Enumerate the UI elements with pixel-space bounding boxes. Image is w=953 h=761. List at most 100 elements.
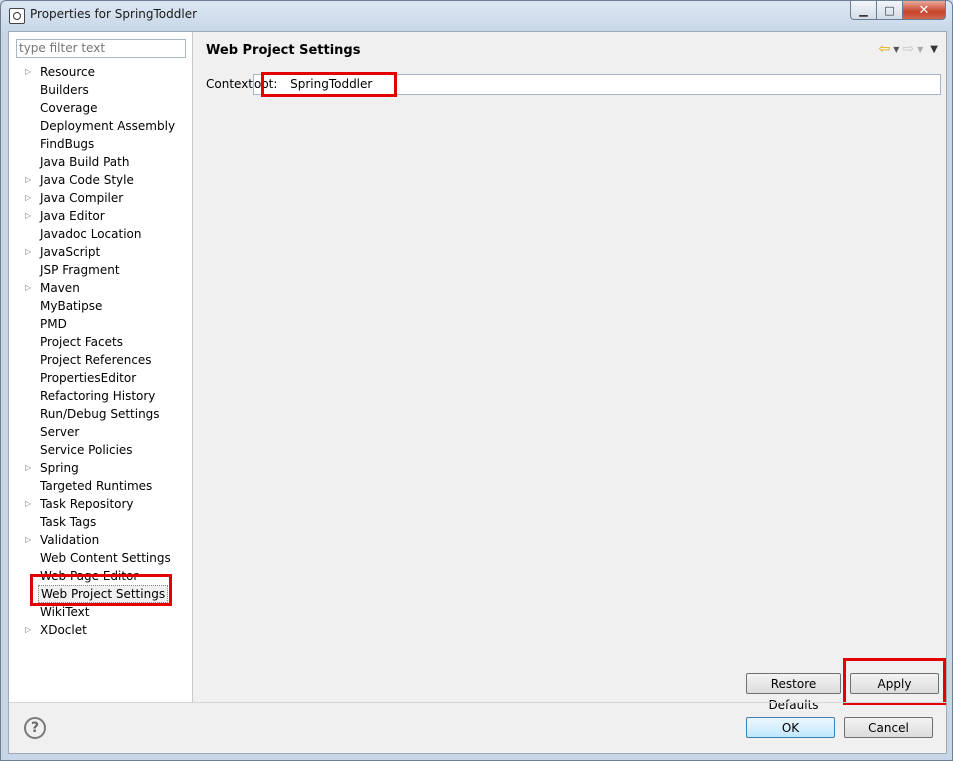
tree-item[interactable]: Web Content Settings <box>9 549 192 567</box>
tree-item-label: MyBatipse <box>40 299 103 313</box>
tree-item-label: Project Facets <box>40 335 123 349</box>
tree-item-label: Task Repository <box>40 497 134 511</box>
tree-item[interactable]: Javadoc Location <box>9 225 192 243</box>
tree-item[interactable]: ▷ Validation <box>9 531 192 549</box>
tree-item-label: Maven <box>40 281 80 295</box>
tree-item-label: Project References <box>40 353 152 367</box>
forward-dropdown-icon: ▼ <box>917 44 924 54</box>
tree-item[interactable]: Web Project Settings <box>9 585 192 603</box>
tree-item[interactable]: Targeted Runtimes <box>9 477 192 495</box>
context-root-value: SpringToddler <box>290 77 373 91</box>
filter-input[interactable] <box>16 39 186 58</box>
restore-defaults-button[interactable]: Restore Defaults <box>746 673 841 712</box>
view-menu-icon[interactable]: ▼ <box>930 44 938 55</box>
tree-item[interactable]: Builders <box>9 81 192 99</box>
app-icon <box>9 8 25 24</box>
apply-button[interactable]: Apply <box>850 673 939 694</box>
tree-item[interactable]: Project Facets <box>9 333 192 351</box>
tree-item[interactable]: Run/Debug Settings <box>9 405 192 423</box>
tree-item[interactable]: ▷ Java Compiler <box>9 189 192 207</box>
tree-item-label: Run/Debug Settings <box>40 407 160 421</box>
context-root-field[interactable]: oot: SpringToddler <box>253 74 941 95</box>
ok-button[interactable]: OK <box>746 717 835 738</box>
tree-item-label: Refactoring History <box>40 389 156 403</box>
tree-item-label: Web Page Editor <box>40 569 139 583</box>
ok-label: OK <box>781 721 800 735</box>
window-title: Properties for SpringToddler <box>30 7 198 21</box>
restore-defaults-label: Restore Defaults <box>768 677 819 712</box>
tree-item[interactable]: ▷ Java Editor <box>9 207 192 225</box>
expand-arrow-icon[interactable]: ▷ <box>25 243 35 261</box>
tree-item[interactable]: Server <box>9 423 192 441</box>
tree-item[interactable]: Service Policies <box>9 441 192 459</box>
close-button[interactable]: ✕ <box>903 1 946 20</box>
minimize-button[interactable]: ▁ <box>850 1 877 20</box>
property-tree: ▷ Resource Builders Coverage Deployment Asse… <box>9 63 192 639</box>
expand-arrow-icon[interactable]: ▷ <box>25 207 35 225</box>
tree-item[interactable]: ▷ Spring <box>9 459 192 477</box>
maximize-icon: □ <box>884 3 895 17</box>
tree-item[interactable]: Refactoring History <box>9 387 192 405</box>
tree-item[interactable]: Project References <box>9 351 192 369</box>
tree-item[interactable]: ▷ Java Code Style <box>9 171 192 189</box>
tree-item-label: Java Editor <box>40 209 105 223</box>
tree-item-label: WikiText <box>40 605 90 619</box>
tree-item-label: Spring <box>40 461 79 475</box>
separator <box>9 702 946 703</box>
tree-item[interactable]: Web Page Editor <box>9 567 192 585</box>
expand-arrow-icon[interactable]: ▷ <box>25 279 35 297</box>
tree-item-label: JavaScript <box>40 245 101 259</box>
tree-item-label: Builders <box>40 83 89 97</box>
expand-arrow-icon[interactable]: ▷ <box>25 189 35 207</box>
tree-item-label: XDoclet <box>40 623 87 637</box>
tree-item-label: FindBugs <box>40 137 95 151</box>
tree-item[interactable]: PropertiesEditor <box>9 369 192 387</box>
tree-item[interactable]: JSP Fragment <box>9 261 192 279</box>
tree-item-label: Server <box>40 425 80 439</box>
tree-item-label: PMD <box>40 317 67 331</box>
expand-arrow-icon[interactable]: ▷ <box>25 495 35 513</box>
page-title: Web Project Settings <box>206 43 361 58</box>
tree-item[interactable]: FindBugs <box>9 135 192 153</box>
window-controls: ▁ □ ✕ <box>850 1 946 21</box>
tree-item[interactable]: MyBatipse <box>9 297 192 315</box>
expand-arrow-icon[interactable]: ▷ <box>25 621 35 639</box>
context-root-prefix: oot: <box>254 77 278 91</box>
tree-item-label: Javadoc Location <box>40 227 142 241</box>
tree-item[interactable]: ▷ Task Repository <box>9 495 192 513</box>
help-icon[interactable]: ? <box>24 717 46 739</box>
tree-item[interactable]: ▷ Maven <box>9 279 192 297</box>
maximize-button[interactable]: □ <box>877 1 903 20</box>
tree-item[interactable]: Coverage <box>9 99 192 117</box>
expand-arrow-icon[interactable]: ▷ <box>25 63 35 81</box>
tree-item-label: PropertiesEditor <box>40 371 137 385</box>
page-navigation: ⇦ ▼ ⇨ ▼ ▼ <box>879 41 938 57</box>
tree-item-label: Coverage <box>40 101 98 115</box>
tree-item[interactable]: WikiText <box>9 603 192 621</box>
expand-arrow-icon[interactable]: ▷ <box>25 531 35 549</box>
arrow-left-icon[interactable]: ⇦ <box>879 41 891 57</box>
tree-item-label: Java Compiler <box>40 191 124 205</box>
tree-item-label: Targeted Runtimes <box>40 479 153 493</box>
expand-arrow-icon[interactable]: ▷ <box>25 459 35 477</box>
property-page: Web Project Settings ⇦ ▼ ⇨ ▼ ▼ Context o… <box>193 32 946 712</box>
close-icon: ✕ <box>918 2 930 18</box>
cancel-button[interactable]: Cancel <box>844 717 933 738</box>
tree-item[interactable]: ▷ JavaScript <box>9 243 192 261</box>
tree-item-label: Web Content Settings <box>40 551 171 565</box>
tree-item[interactable]: Java Build Path <box>9 153 192 171</box>
tree-item-label: Web Project Settings <box>38 585 169 603</box>
tree-item[interactable]: PMD <box>9 315 192 333</box>
arrow-right-icon: ⇨ <box>902 41 915 57</box>
apply-label: Apply <box>877 677 912 691</box>
tree-item-label: Validation <box>40 533 100 547</box>
cancel-label: Cancel <box>868 721 909 735</box>
tree-item[interactable]: ▷ Resource <box>9 63 192 81</box>
tree-item-label: Service Policies <box>40 443 133 457</box>
back-dropdown-icon[interactable]: ▼ <box>893 45 899 54</box>
tree-item[interactable]: ▷ XDoclet <box>9 621 192 639</box>
tree-item-label: Deployment Assembly <box>40 119 176 133</box>
tree-item[interactable]: Task Tags <box>9 513 192 531</box>
tree-item[interactable]: Deployment Assembly <box>9 117 192 135</box>
expand-arrow-icon[interactable]: ▷ <box>25 171 35 189</box>
